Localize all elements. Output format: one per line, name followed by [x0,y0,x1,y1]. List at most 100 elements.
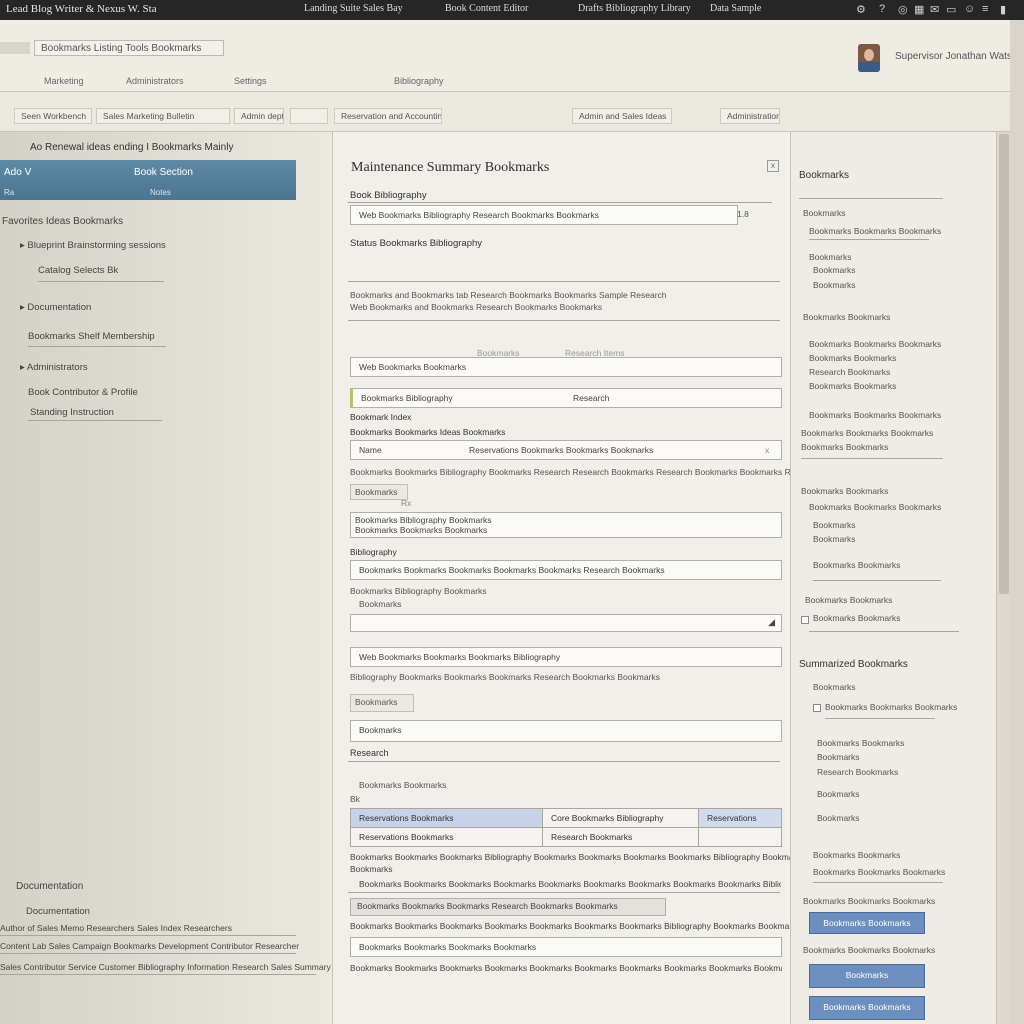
right-item[interactable]: Bookmarks Bookmarks [801,486,888,496]
field-d[interactable]: Name Reservations Bookmarks Bookmarks Bo… [350,440,782,460]
right-item[interactable]: Bookmarks [813,534,856,544]
right-item[interactable]: Bookmarks Bookmarks [805,595,892,605]
action-button-2[interactable]: Bookmarks [809,964,925,988]
field-a[interactable]: Web Bookmarks Bibliography Research Book… [350,205,738,225]
right-item[interactable]: Bookmarks Bookmarks Bookmarks [803,896,935,906]
right-item[interactable]: Bookmarks Bookmarks Bookmarks [809,410,941,420]
right-item[interactable]: Bookmarks Bookmarks Bookmarks [809,502,941,512]
sidebar-item-5[interactable]: ▸ Administrators [20,362,88,373]
tab-4[interactable]: Reservation and Accounting Tools [334,108,442,124]
data-table: Reservations Bookmarks Core Bookmarks Bi… [350,808,782,847]
avatar[interactable] [858,44,880,72]
label-e: Bibliography [350,547,397,557]
header-search-input[interactable]: Bookmarks Listing Tools Bookmarks [34,40,224,56]
header-link-2[interactable]: Administrators [126,76,184,86]
field-i[interactable]: Bookmarks [350,720,782,742]
label-d: Bookmarks Bookmarks Ideas Bookmarks [350,427,506,437]
user-icon[interactable]: ☺ [964,3,975,15]
right-item[interactable]: Bookmarks Bookmarks [813,613,900,623]
right-item[interactable]: Bookmarks Bookmarks [813,560,900,570]
close-icon[interactable]: x [767,160,779,172]
right-item[interactable]: Bookmarks Bookmarks [809,353,896,363]
settings-icon[interactable]: ⚙ [856,3,866,16]
divider [809,631,959,632]
paragraph-4: Bookmarks Bookmarks Bookmarks Bookmarks … [350,963,782,973]
sidebar-item-2[interactable]: Catalog Selects Bk [38,265,118,276]
sub-button[interactable]: Bookmarks [350,484,408,500]
tab-6[interactable]: Administration Sales [720,108,780,124]
action-button-3[interactable]: Bookmarks Bookmarks [809,996,925,1020]
paragraph-3: Bookmarks Bookmarks Bookmarks Bookmarks … [350,921,790,931]
field-j[interactable]: Bookmarks Bookmarks Bookmarks Research B… [350,898,666,916]
label-g: Research [350,748,389,758]
right-item[interactable]: Bookmarks [809,252,852,262]
table-cell [698,827,782,847]
right-item[interactable]: Research Bookmarks [817,767,898,777]
sidebar-item-4[interactable]: Bookmarks Shelf Membership [28,331,155,342]
field-h[interactable]: Web Bookmarks Bookmarks Bookmarks Biblio… [350,647,782,667]
scrollbar[interactable] [996,132,1010,1024]
user-name[interactable]: Supervisor Jonathan Watson [895,51,1023,62]
header-link-1[interactable]: Marketing [44,76,84,86]
right-item[interactable]: Bookmarks [813,682,856,692]
list-icon[interactable]: ≡ [982,3,988,15]
sidebar-title: Ao Renewal ideas ending I Bookmarks Main… [30,142,234,153]
label-f2: Bookmarks [359,599,402,609]
right-item[interactable]: Bookmarks [817,813,860,823]
right-item[interactable]: Bookmarks Bookmarks [813,850,900,860]
sidebar-item-active[interactable]: Ado V Book Section Ra Notes [0,160,296,200]
sidebar-section-title: Favorites Ideas Bookmarks [2,216,124,227]
lock-icon[interactable]: ▮ [1000,3,1006,16]
right-item[interactable]: Bookmarks [803,208,846,218]
right-item[interactable]: Bookmarks [817,752,860,762]
menu-item-4[interactable]: Data Sample [710,3,761,14]
table-row[interactable]: Reservations Bookmarks Core Bookmarks Bi… [350,808,782,828]
globe-icon[interactable]: ◎ [898,3,908,16]
sub-button-2[interactable]: Bookmarks [350,694,414,712]
field-b[interactable]: Web Bookmarks Bookmarks [350,357,782,377]
main-form: Maintenance Summary Bookmarks x Book Bib… [333,132,821,1024]
right-item[interactable]: Bookmarks [817,789,860,799]
action-button-1[interactable]: Bookmarks Bookmarks [809,912,925,934]
help-icon[interactable]: ? [879,3,885,15]
right-item[interactable]: Bookmarks Bookmarks [803,312,890,322]
grid-icon[interactable]: ▦ [914,3,924,16]
tab-2[interactable]: Sales Marketing Bulletin [96,108,230,124]
right-item[interactable]: Bookmarks Bookmarks Bookmarks [825,702,957,712]
field-f[interactable]: Bookmarks Bookmarks Bookmarks Bookmarks … [350,560,782,580]
header-link-3[interactable]: Settings [234,76,267,86]
right-item[interactable]: Bookmarks Bookmarks [809,381,896,391]
sidebar-item-1[interactable]: ▸ Blueprint Brainstorming sessions [20,240,166,251]
mail-icon[interactable]: ✉ [930,3,939,16]
right-item[interactable]: Bookmarks Bookmarks Bookmarks [803,945,935,955]
scrollbar-thumb[interactable] [999,134,1009,594]
right-item[interactable]: Bookmarks Bookmarks Bookmarks [801,428,933,438]
field-k[interactable]: Bookmarks Bookmarks Bookmarks Bookmarks [350,937,782,957]
right-item[interactable]: Bookmarks Bookmarks Bookmarks [813,867,945,877]
tab-5[interactable]: Admin and Sales Ideas [572,108,672,124]
checkbox[interactable] [813,704,821,712]
right-item[interactable]: Bookmarks [813,265,856,275]
right-item[interactable]: Bookmarks Bookmarks Bookmarks [809,339,941,349]
field-g[interactable]: ◢ [350,614,782,632]
tab-3[interactable]: Admin dept [234,108,284,124]
table-row[interactable]: Reservations Bookmarks Research Bookmark… [350,827,782,847]
window-icon[interactable]: ▭ [946,3,956,16]
right-item[interactable]: Bookmarks Bookmarks [801,442,888,452]
sidebar-item-3[interactable]: ▸ Documentation [20,302,91,313]
right-item[interactable]: Bookmarks [813,520,856,530]
menu-item-3[interactable]: Drafts Bibliography Library [578,3,691,14]
header-link-4[interactable]: Bibliography [394,76,444,86]
sidebar-item-7[interactable]: Standing Instruction [30,407,114,418]
right-item[interactable]: Research Bookmarks [809,367,890,377]
right-item[interactable]: Bookmarks [813,280,856,290]
menu-item-2[interactable]: Book Content Editor [445,3,528,14]
right-item[interactable]: Bookmarks Bookmarks Bookmarks [809,226,941,236]
right-item[interactable]: Bookmarks Bookmarks [817,738,904,748]
checkbox[interactable] [801,616,809,624]
tab-1[interactable]: Seen Workbench [14,108,92,124]
sidebar-item-6[interactable]: Book Contributor & Profile [28,387,138,398]
menu-item-1[interactable]: Landing Suite Sales Bay [304,3,403,14]
field-e[interactable]: Bookmarks Bibliography Bookmarks Bookmar… [350,512,782,538]
field-c[interactable]: Bookmarks Bibliography Research [350,388,782,408]
